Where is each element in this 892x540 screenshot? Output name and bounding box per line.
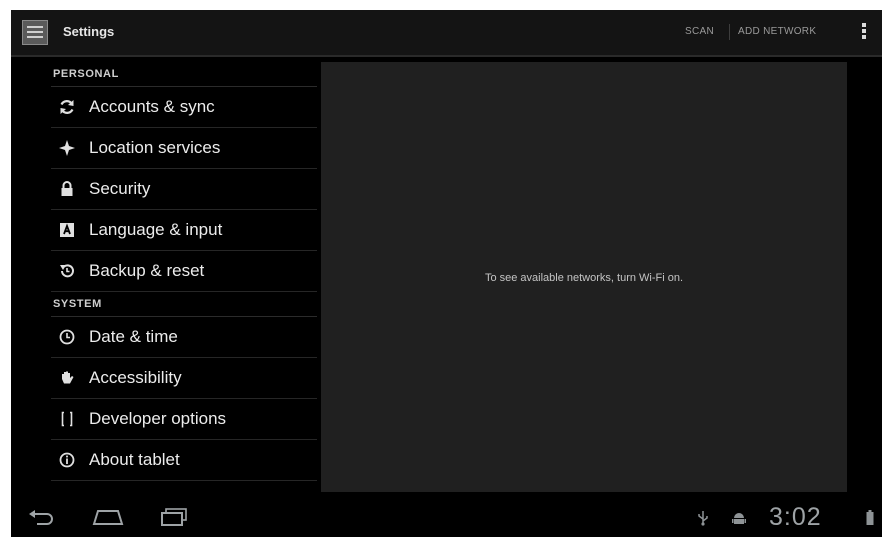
sidebar-item-label: Accounts & sync [89,97,215,116]
back-icon[interactable] [27,507,57,532]
sidebar-item-label: Accessibility [89,368,182,387]
sidebar-item-date-time[interactable]: Date & time [51,317,317,358]
overflow-menu-icon[interactable] [861,23,867,43]
keyboard-icon [53,221,81,239]
sidebar-item-label: Date & time [89,327,178,346]
sidebar-item-location-services[interactable]: Location services [51,128,317,169]
info-icon [53,451,81,469]
category-system: SYSTEM [51,292,317,317]
system-navigation-bar: 3:02 [11,498,882,537]
home-icon[interactable] [91,507,125,532]
scan-button[interactable]: SCAN [685,26,714,37]
app-title: Settings [63,24,115,39]
sync-icon [53,98,81,116]
backup-icon [53,262,81,280]
sidebar-item-label: About tablet [89,450,180,469]
settings-sidebar: PERSONAL Accounts & sync Location servic… [51,62,317,481]
wifi-detail-panel: To see available networks, turn Wi-Fi on… [321,62,847,492]
hand-icon [53,369,81,387]
braces-icon [53,410,81,428]
android-debug-icon [731,510,747,531]
battery-icon [866,510,874,531]
sidebar-item-security[interactable]: Security [51,169,317,210]
sidebar-item-accessibility[interactable]: Accessibility [51,358,317,399]
action-bar: Settings SCAN ADD NETWORK [11,10,882,57]
sidebar-item-label: Language & input [89,220,223,239]
add-network-button[interactable]: ADD NETWORK [738,26,816,37]
category-personal: PERSONAL [51,62,317,87]
settings-app-icon[interactable] [22,20,48,45]
sidebar-item-backup-reset[interactable]: Backup & reset [51,251,317,292]
usb-icon [697,510,709,531]
sidebar-item-label: Security [89,179,151,198]
lock-icon [53,180,81,198]
sidebar-item-label: Location services [89,138,221,157]
sidebar-item-label: Developer options [89,409,227,428]
action-divider [729,24,730,40]
recent-apps-icon[interactable] [159,507,189,532]
sidebar-item-about-tablet[interactable]: About tablet [51,440,317,481]
tablet-screen: Settings SCAN ADD NETWORK PERSONAL Accou… [11,10,882,537]
sidebar-item-developer-options[interactable]: Developer options [51,399,317,440]
status-clock: 3:02 [769,503,822,531]
sidebar-item-language-input[interactable]: Language & input [51,210,317,251]
sidebar-item-accounts-sync[interactable]: Accounts & sync [51,87,317,128]
sidebar-item-label: Backup & reset [89,261,205,280]
clock-icon [53,328,81,346]
location-icon [53,139,81,157]
wifi-off-message: To see available networks, turn Wi-Fi on… [484,272,684,284]
